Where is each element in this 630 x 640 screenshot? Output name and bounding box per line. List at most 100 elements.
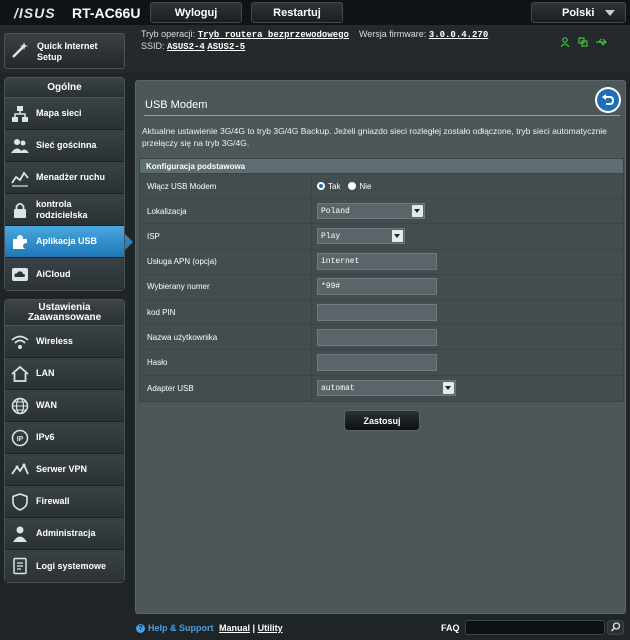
usb-adapter-select[interactable]: automat [317, 380, 456, 397]
chevron-down-icon [412, 205, 423, 218]
network-map-icon [11, 105, 29, 123]
manual-link[interactable]: Manual [219, 623, 250, 633]
table-row: Nazwa użytkownika [140, 325, 623, 351]
isp-value: Play [312, 224, 623, 249]
table-row: kod PIN [140, 299, 623, 326]
sidebar-item-aicloud[interactable]: AiCloud [5, 258, 124, 290]
sidebar-item-label: Serwer VPN [36, 464, 88, 474]
password-label: Hasło [140, 350, 312, 375]
traffic-graph-icon [11, 169, 29, 187]
sidebar-advanced-title: Ustawienia Zaawansowane [5, 300, 124, 326]
ssid-label: SSID: [141, 41, 165, 51]
apply-button[interactable]: Zastosuj [344, 410, 420, 431]
puzzle-icon [11, 233, 29, 251]
quick-setup-label: Quick Internet Setup [37, 41, 98, 62]
log-document-icon [11, 557, 29, 575]
sidebar-item-traffic-manager[interactable]: Menadżer ruchu [5, 162, 124, 194]
password-input[interactable] [317, 353, 437, 371]
ipv6-globe-icon: IP [11, 429, 29, 447]
magic-wand-icon [11, 41, 29, 59]
faq-search-input[interactable] [465, 620, 605, 635]
sidebar-item-wireless[interactable]: Wireless [5, 326, 124, 358]
table-row: Lokalizacja Poland [140, 199, 623, 225]
sidebar-item-label: kontrola rodzicielska [36, 198, 88, 220]
sidebar-item-label: Sieć gościnna [36, 140, 97, 150]
isp-select[interactable]: Play [317, 228, 405, 245]
network-status-icon[interactable] [578, 34, 588, 47]
svg-text:IP: IP [17, 436, 24, 443]
chevron-down-icon [392, 230, 403, 243]
enable-yes-radio[interactable]: Tak [317, 182, 340, 191]
sidebar-item-guest-network[interactable]: Sieć gościnna [5, 130, 124, 162]
restart-button[interactable]: Restartuj [251, 2, 343, 23]
help-support-link[interactable]: ? Help & Support [136, 623, 214, 633]
table-row: Hasło [140, 350, 623, 376]
section-title: Konfiguracja podstawowa [140, 159, 623, 174]
main-panel: USB Modem Aktualne ustawienie 3G/4G to t… [135, 80, 626, 614]
sidebar-item-system-log[interactable]: Logi systemowe [5, 550, 124, 582]
apn-value: internet [312, 249, 623, 274]
pin-input[interactable] [317, 303, 437, 321]
logout-button[interactable]: Wyloguj [150, 2, 242, 23]
pin-value [312, 299, 623, 325]
pin-label: kod PIN [140, 299, 312, 325]
basic-config-table: Konfiguracja podstawowa Włącz USB Modem … [139, 158, 624, 402]
faq-search-button[interactable] [607, 620, 624, 635]
password-value [312, 350, 623, 375]
location-value: Poland [312, 199, 623, 224]
mode-label: Tryb operacji: [141, 29, 196, 39]
quick-internet-setup-button[interactable]: Quick Internet Setup [4, 33, 125, 69]
usb-adapter-value: automat [312, 375, 623, 401]
location-select[interactable]: Poland [317, 203, 425, 220]
apn-input[interactable]: internet [317, 253, 437, 271]
username-input[interactable] [317, 328, 437, 346]
sidebar-item-label: LAN [36, 368, 55, 378]
sidebar-item-parental-control[interactable]: kontrola rodzicielska [5, 194, 124, 226]
back-arrow-icon [597, 89, 619, 111]
sidebar-item-network-map[interactable]: Mapa sieci [5, 98, 124, 130]
apn-label: Usługa APN (opcja) [140, 249, 312, 274]
sidebar-item-label: Wireless [36, 336, 73, 346]
operation-mode-line: Tryb operacji: Tryb routera bezprzewodow… [141, 29, 488, 40]
utility-link[interactable]: Utility [258, 623, 283, 633]
location-selected: Poland [321, 206, 350, 216]
isp-label: ISP [140, 224, 312, 249]
user-status-icon[interactable] [560, 34, 570, 48]
sidebar-item-label: Aplikacja USB [36, 236, 98, 246]
username-value [312, 325, 623, 350]
sidebar-item-firewall[interactable]: Firewall [5, 486, 124, 518]
sidebar-item-lan[interactable]: LAN [5, 358, 124, 390]
sidebar-item-label: Administracja [36, 528, 96, 538]
sidebar-general-title: Ogólne [5, 78, 124, 98]
ssid-link-1[interactable]: ASUS2-4 [167, 42, 205, 52]
mode-link[interactable]: Tryb routera bezprzewodowego [198, 30, 349, 40]
table-row: Wybierany numer *99# [140, 274, 623, 300]
sidebar-item-vpn-server[interactable]: Serwer VPN [5, 454, 124, 486]
footer: ? Help & Support Manual | Utility FAQ [0, 617, 630, 640]
search-icon [610, 622, 621, 632]
chevron-down-icon [443, 382, 454, 395]
usb-status-icon[interactable] [596, 34, 607, 46]
ssid-link-2[interactable]: ASUS2-5 [207, 42, 245, 52]
dial-number-label: Wybierany numer [140, 274, 312, 299]
sidebar-general: Ogólne Mapa sieci Sieć gościnna Menadżer… [4, 77, 133, 291]
enable-no-radio[interactable]: Nie [348, 182, 371, 191]
back-button[interactable] [595, 87, 621, 113]
enable-usb-modem-label: Włącz USB Modem [140, 174, 312, 199]
language-select[interactable]: Polski [531, 2, 626, 23]
sidebar-item-ipv6[interactable]: IP IPv6 [5, 422, 124, 454]
ssid-line: SSID: ASUS2-4 ASUS2-5 [141, 41, 245, 52]
sidebar-item-wan[interactable]: WAN [5, 390, 124, 422]
sidebar-item-administration[interactable]: Administracja [5, 518, 124, 550]
wifi-icon [11, 333, 29, 351]
cloud-icon [11, 265, 29, 283]
sidebar-item-label: Mapa sieci [36, 108, 82, 118]
sidebar-item-usb-application[interactable]: Aplikacja USB [5, 226, 133, 258]
manual-utility: Manual | Utility [219, 623, 283, 633]
sidebar-item-label: WAN [36, 400, 57, 410]
enable-no-label: Nie [359, 181, 372, 191]
firmware-link[interactable]: 3.0.0.4.270 [429, 30, 488, 40]
page-title: USB Modem [145, 99, 208, 111]
dial-number-input[interactable]: *99# [317, 278, 437, 296]
separator: | [252, 623, 256, 633]
